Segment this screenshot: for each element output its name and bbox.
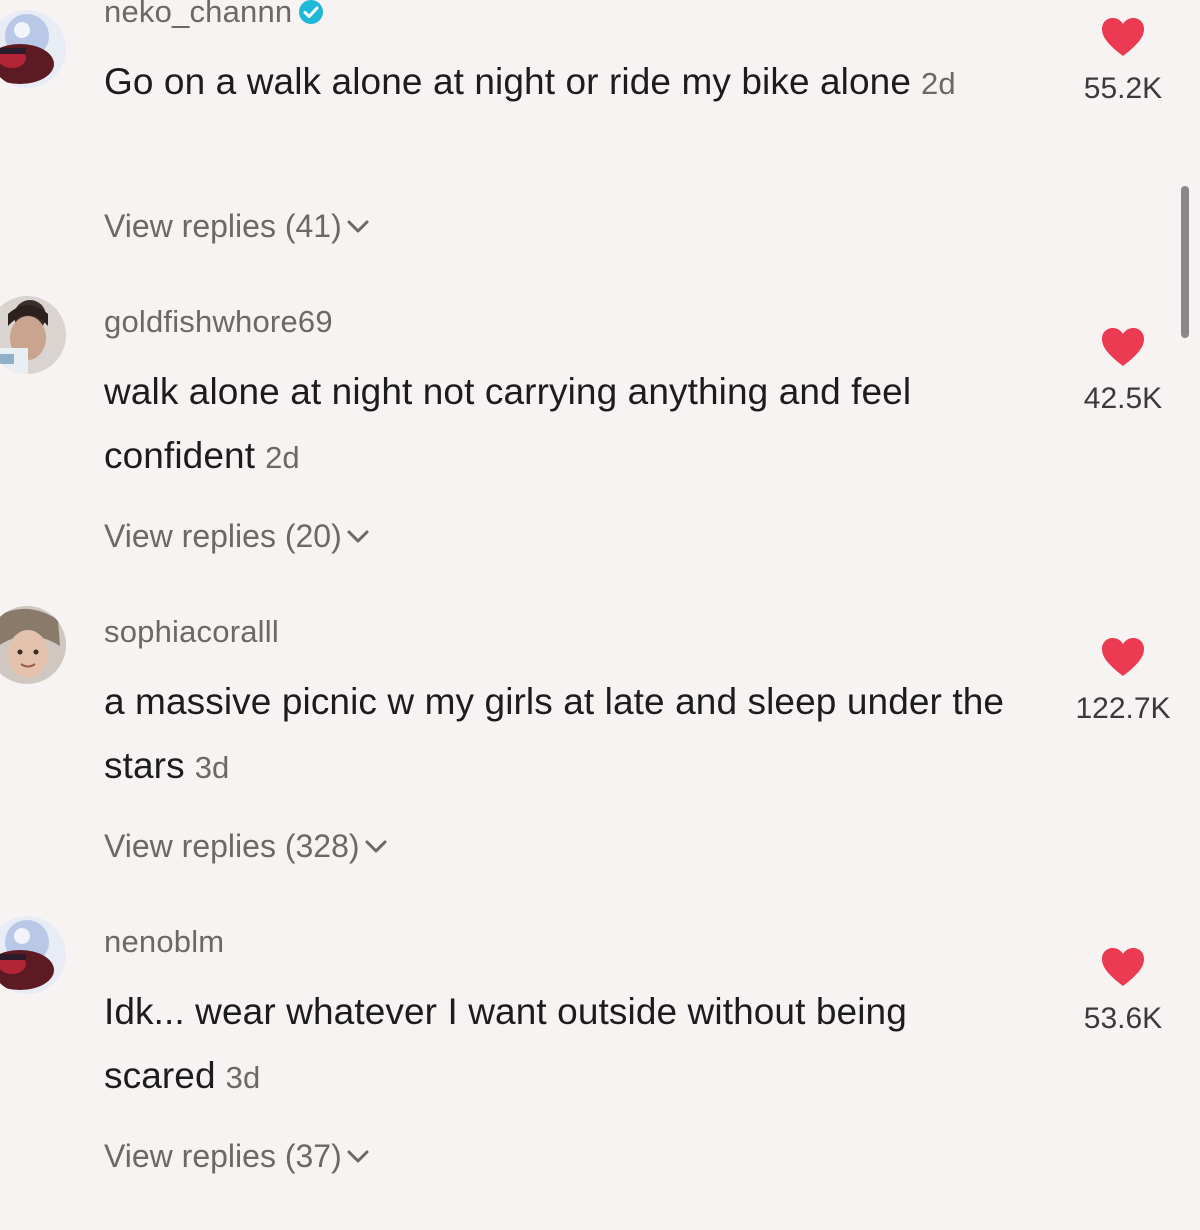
like-count: 42.5K [1083,382,1163,415]
like-button[interactable]: 55.2K [1058,16,1188,106]
comment-username[interactable]: goldfishwhore69 [104,304,333,340]
like-button[interactable]: 42.5K [1058,326,1188,416]
scrollbar[interactable] [1181,186,1189,338]
comment-text: Go on a walk alone at night or ride my b… [104,50,1034,116]
view-replies-button[interactable]: View replies (20) [104,518,370,555]
view-replies-button[interactable]: View replies (37) [104,1138,370,1175]
heart-icon [1100,946,1146,988]
comment-body: a massive picnic w my girls at late and … [104,681,1005,786]
comment-username[interactable]: neko_channn [104,0,324,30]
like-button[interactable]: 53.6K [1058,946,1188,1036]
anime-avatar-image [0,916,66,994]
selfie-avatar-image [0,296,66,374]
chevron-down-icon [346,529,370,545]
comment-age: 3d [194,750,230,785]
comment-body: Idk... wear whatever I want outside with… [104,991,907,1096]
comment-text: walk alone at night not carrying anythin… [104,360,1034,490]
chevron-down-icon [364,839,388,855]
view-replies-button[interactable]: View replies (41) [104,208,370,245]
comment-item: goldfishwhore69 walk alone at night not … [0,296,1200,610]
comment-item: nenoblm Idk... wear whatever I want outs… [0,916,1200,1230]
view-replies-button[interactable]: View replies (328) [104,828,388,865]
anime-avatar-image [0,10,66,88]
comment-username[interactable]: nenoblm [104,924,224,960]
comment-username[interactable]: sophiacoralll [104,614,279,650]
like-count: 55.2K [1083,72,1163,105]
comment-text: Idk... wear whatever I want outside with… [104,980,1034,1110]
verified-badge-icon [298,0,324,25]
view-replies-label: View replies (41) [104,208,342,244]
comment-age: 2d [921,66,956,101]
view-replies-label: View replies (20) [104,518,342,554]
avatar[interactable] [0,296,66,374]
like-count: 122.7K [1075,692,1171,725]
username-text: nenoblm [104,924,225,959]
avatar[interactable] [0,606,66,684]
view-replies-label: View replies (37) [104,1138,342,1174]
heart-icon [1100,636,1146,678]
comment-age: 2d [265,440,300,475]
like-count: 53.6K [1083,1002,1163,1035]
username-text: sophiacoralll [104,614,279,649]
comment-item: neko_channn Go on a walk alone at night … [0,0,1200,300]
comment-body: walk alone at night not carrying anythin… [104,371,912,476]
chevron-down-icon [346,219,370,235]
comment-item: sophiacoralll a massive picnic w my girl… [0,606,1200,920]
heart-icon [1100,326,1146,368]
face-avatar-image [0,606,66,684]
heart-icon [1100,16,1146,58]
avatar[interactable] [0,916,66,994]
username-text: neko_channn [104,0,293,29]
comment-body: Go on a walk alone at night or ride my b… [104,61,912,102]
comment-list: neko_channn Go on a walk alone at night … [0,0,1200,1185]
chevron-down-icon [346,1149,370,1165]
view-replies-label: View replies (328) [104,828,360,864]
avatar[interactable] [0,10,66,88]
comment-age: 3d [225,1060,261,1095]
like-button[interactable]: 122.7K [1058,636,1188,726]
username-text: goldfishwhore69 [104,304,333,339]
comment-text: a massive picnic w my girls at late and … [104,670,1034,800]
